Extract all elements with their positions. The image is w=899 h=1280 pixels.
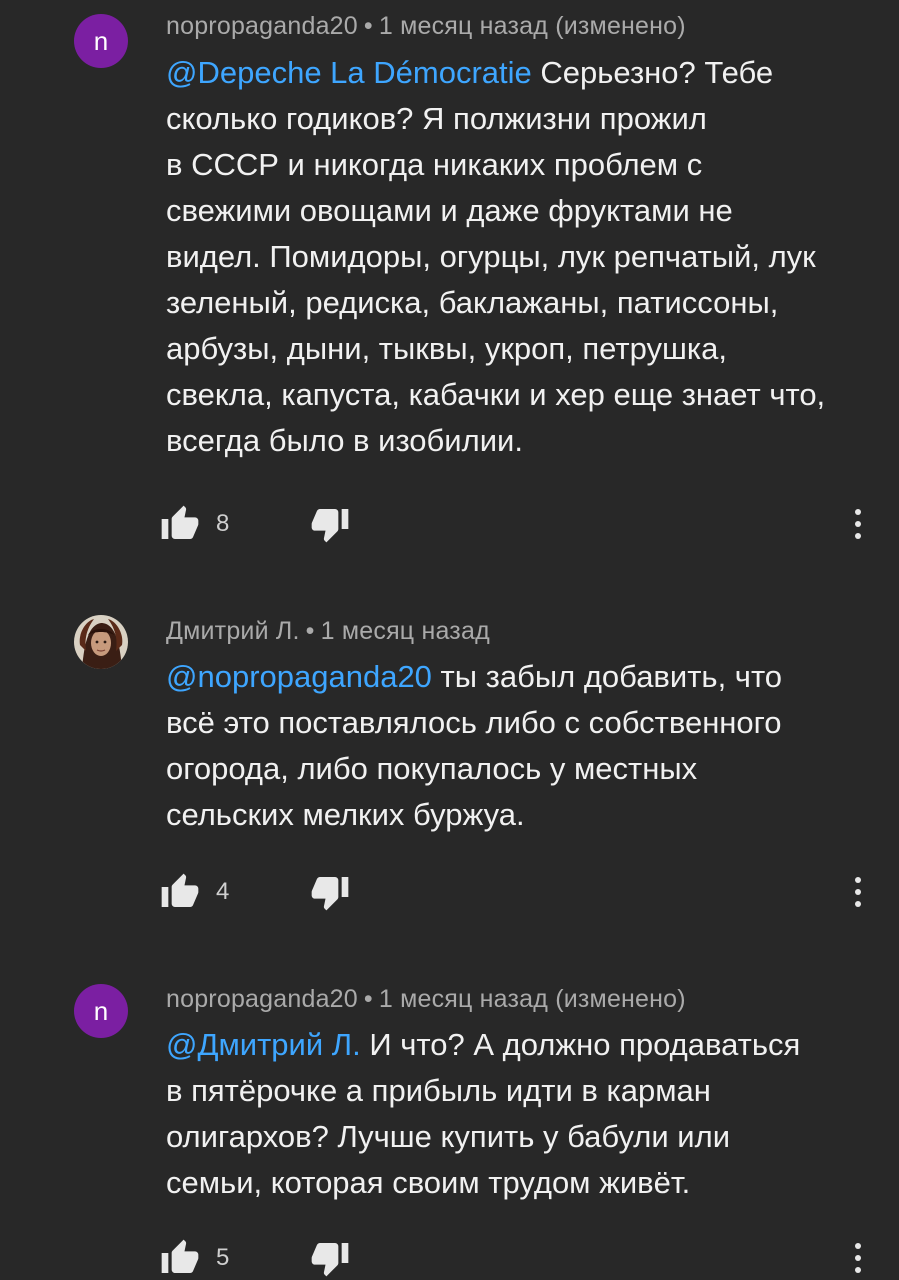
like-count: 8: [216, 510, 230, 537]
thumbs-down-icon: [311, 509, 349, 543]
comment-text: @Дмитрий Л. И что? А должно продаваться …: [166, 1022, 878, 1206]
comment-meta: nopropaganda20 • 1 месяц назад (изменено): [166, 985, 686, 1014]
meta-separator: •: [363, 985, 373, 1013]
like-button[interactable]: [160, 1238, 204, 1278]
more-options-button[interactable]: [846, 872, 870, 912]
comment-meta: nopropaganda20 • 1 месяц назад (изменено): [166, 12, 686, 41]
thumbs-down-icon: [311, 1243, 349, 1277]
comment-text: @Depeche La Démocratie Серьезно? Тебе ск…: [166, 50, 878, 464]
like-count: 5: [216, 1244, 230, 1271]
comment-text-line: семьи, которая своим трудом живёт.: [166, 1165, 691, 1200]
avatar-photo: [74, 615, 128, 669]
comment-text: @nopropaganda20 ты забыл добавить, что в…: [166, 654, 878, 838]
comment-text-line: сельских мелких буржуа.: [166, 797, 525, 832]
comment-time: 1 месяц назад (изменено): [378, 12, 686, 40]
thumbs-up-icon: [161, 1239, 199, 1273]
comment-text-line: зеленый, редиска, баклажаны, патиссоны,: [166, 285, 779, 320]
comment-actions: 5: [160, 1238, 880, 1278]
comment-text-line: Серьезно? Тебе: [531, 55, 774, 90]
mention-link[interactable]: @nopropaganda20: [166, 659, 432, 694]
mention-link[interactable]: @Дмитрий Л.: [166, 1027, 361, 1062]
comment-actions: 4: [160, 872, 880, 912]
comment-text-line: арбузы, дыни, тыквы, укроп, петрушка,: [166, 331, 727, 366]
comment-text-line: свежими овощами и даже фруктами не: [166, 193, 733, 228]
dislike-button[interactable]: [310, 872, 354, 912]
comment-author[interactable]: Дмитрий Л.: [166, 617, 300, 645]
like-count: 4: [216, 878, 230, 905]
comment-item: n nopropaganda20 • 1 месяц назад (изменено…: [0, 0, 899, 560]
comment-time: 1 месяц назад (изменено): [378, 985, 686, 1013]
comment-text-line: всегда было в изобилии.: [166, 423, 523, 458]
thumbs-up-icon: [161, 873, 199, 907]
comment-item: Дмитрий Л. • 1 месяц назад @nopropaganda20…: [0, 600, 899, 940]
mention-link[interactable]: @Depeche La Démocratie: [166, 55, 532, 90]
comment-text-line: сколько годиков? Я полжизни прожил: [166, 101, 707, 136]
more-options-button[interactable]: [846, 504, 870, 544]
comment-text-line: свекла, капуста, кабачки и хер еще знает…: [166, 377, 826, 412]
dislike-button[interactable]: [310, 504, 354, 544]
thumbs-down-icon: [311, 877, 349, 911]
comment-text-line: олигархов? Лучше купить у бабули или: [166, 1119, 731, 1154]
meta-separator: •: [363, 12, 373, 40]
comment-actions: 8: [160, 504, 880, 544]
comment-text-line: всё это поставлялось либо с собственного: [166, 705, 782, 740]
comment-text-line: в СССР и никогда никаких проблем с: [166, 147, 703, 182]
comment-author[interactable]: nopropaganda20: [166, 12, 358, 40]
more-vert-icon: [855, 1243, 861, 1273]
comments-feed: n nopropaganda20 • 1 месяц назад (изменено…: [0, 0, 899, 1280]
comment-text-line: И что? А должно продаваться: [360, 1027, 801, 1062]
comment-text-line: в пятёрочке а прибыль идти в карман: [166, 1073, 711, 1108]
comment-text-line: ты забыл добавить, что: [431, 659, 783, 694]
like-button[interactable]: [160, 872, 204, 912]
comment-text-line: огорода, либо покупалось у местных: [166, 751, 698, 786]
comment-author[interactable]: nopropaganda20: [166, 985, 358, 1013]
more-options-button[interactable]: [846, 1238, 870, 1278]
meta-separator: •: [305, 617, 315, 645]
comment-text-line: видел. Помидоры, огурцы, лук репчатый, л…: [166, 239, 816, 274]
comment-meta: Дмитрий Л. • 1 месяц назад: [166, 617, 490, 646]
more-vert-icon: [855, 509, 861, 539]
avatar[interactable]: [74, 615, 128, 669]
dislike-button[interactable]: [310, 1238, 354, 1278]
more-vert-icon: [855, 877, 861, 907]
comment-time: 1 месяц назад: [320, 617, 490, 645]
like-button[interactable]: [160, 504, 204, 544]
avatar[interactable]: n: [74, 14, 128, 68]
avatar[interactable]: n: [74, 984, 128, 1038]
thumbs-up-icon: [161, 505, 199, 539]
comment-item: n nopropaganda20 • 1 месяц назад (изменено…: [0, 968, 899, 1280]
